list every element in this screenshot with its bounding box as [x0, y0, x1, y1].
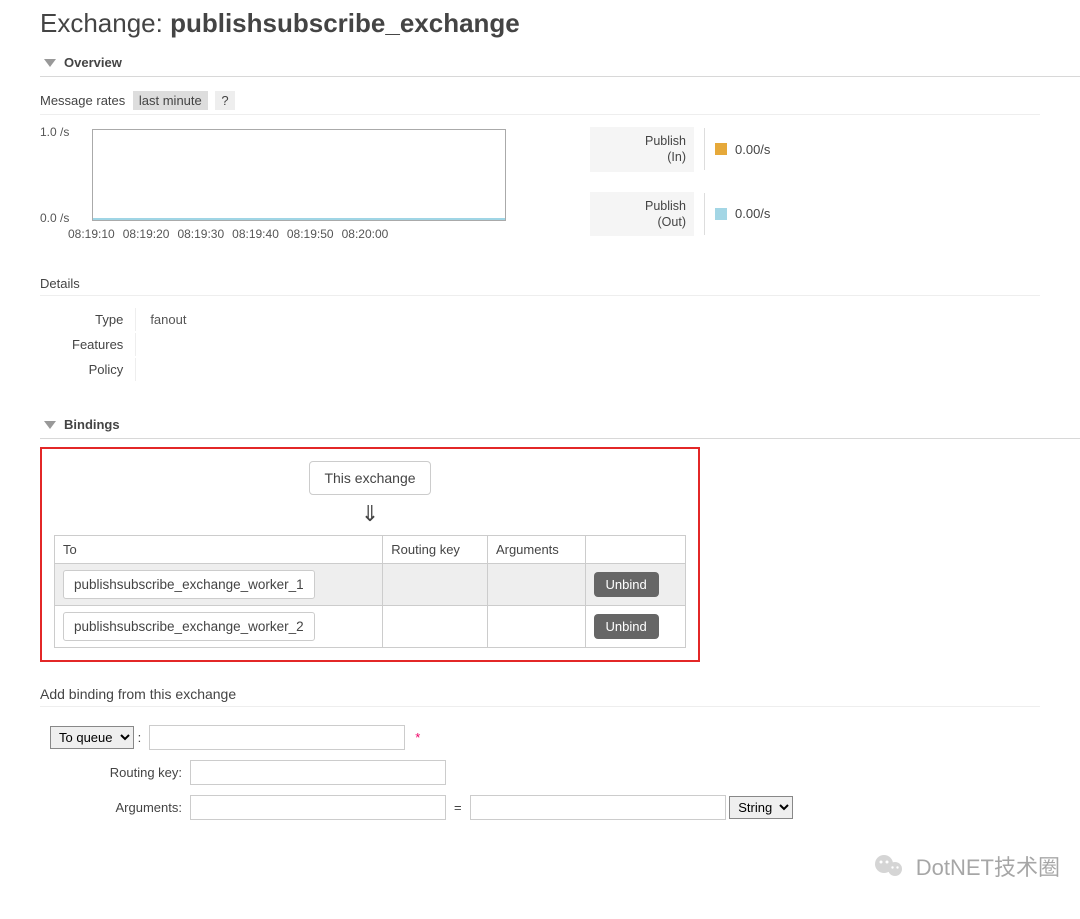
- add-binding-heading: Add binding from this exchange: [40, 686, 1040, 707]
- detail-type-label: Type: [42, 308, 133, 331]
- title-exchange-name: publishsubscribe_exchange: [170, 8, 520, 38]
- down-arrow-icon: ⇓: [54, 501, 686, 527]
- chart-legend: Publish (In) 0.00/s Publish (Out) 0.00/s: [590, 127, 770, 256]
- time-range-tag[interactable]: last minute: [133, 91, 208, 110]
- binding-queue-link[interactable]: publishsubscribe_exchange_worker_1: [63, 570, 315, 599]
- watermark: DotNET技术圈: [872, 850, 1060, 882]
- binding-arguments: [487, 606, 585, 648]
- argument-value-input[interactable]: [470, 795, 726, 820]
- detail-features-value: [135, 333, 200, 356]
- unbind-button[interactable]: Unbind: [594, 614, 659, 639]
- required-marker: *: [415, 730, 420, 745]
- title-prefix: Exchange:: [40, 8, 170, 38]
- details-table: Type fanout Features Policy: [40, 306, 202, 383]
- legend-publish-out: Publish (Out) 0.00/s: [590, 192, 770, 237]
- equals-sign: =: [454, 800, 462, 815]
- binding-arguments: [487, 564, 585, 606]
- bindings-highlight-box: This exchange ⇓ To Routing key Arguments…: [40, 447, 700, 662]
- col-to: To: [55, 536, 383, 564]
- help-icon[interactable]: ?: [215, 91, 234, 110]
- binding-routing-key: [383, 564, 488, 606]
- bindings-heading: Bindings: [64, 417, 120, 432]
- rate-publish-out: 0.00/s: [735, 206, 770, 221]
- details-heading: Details: [40, 276, 1040, 296]
- y-tick-bottom: 0.0 /s: [40, 211, 69, 225]
- chart-series-line: [93, 218, 505, 220]
- swatch-publish-in: [715, 143, 727, 155]
- arguments-label: Arguments:: [40, 800, 190, 815]
- destination-type-select[interactable]: To queue: [50, 726, 134, 749]
- col-action: [585, 536, 685, 564]
- chart-plot-area: [92, 129, 506, 221]
- destination-input[interactable]: [149, 725, 405, 750]
- col-routing-key: Routing key: [383, 536, 488, 564]
- overview-section-toggle[interactable]: Overview: [40, 49, 1080, 77]
- rate-publish-in: 0.00/s: [735, 142, 770, 157]
- table-row: publishsubscribe_exchange_worker_1 Unbin…: [55, 564, 686, 606]
- chevron-down-icon: [44, 421, 56, 429]
- detail-policy-label: Policy: [42, 358, 133, 381]
- chevron-down-icon: [44, 59, 56, 67]
- col-arguments: Arguments: [487, 536, 585, 564]
- page-title: Exchange: publishsubscribe_exchange: [40, 8, 1040, 39]
- argument-type-select[interactable]: String: [729, 796, 793, 819]
- message-rates-label: Message rates: [40, 93, 125, 108]
- routing-key-label: Routing key:: [40, 765, 190, 780]
- wechat-icon: [872, 852, 906, 880]
- detail-features-label: Features: [42, 333, 133, 356]
- swatch-publish-out: [715, 208, 727, 220]
- table-row: publishsubscribe_exchange_worker_2 Unbin…: [55, 606, 686, 648]
- detail-type-value: fanout: [135, 308, 200, 331]
- binding-routing-key: [383, 606, 488, 648]
- routing-key-input[interactable]: [190, 760, 446, 785]
- y-tick-top: 1.0 /s: [40, 125, 69, 139]
- bindings-table: To Routing key Arguments publishsubscrib…: [54, 535, 686, 648]
- unbind-button[interactable]: Unbind: [594, 572, 659, 597]
- binding-queue-link[interactable]: publishsubscribe_exchange_worker_2: [63, 612, 315, 641]
- bindings-section-toggle[interactable]: Bindings: [40, 411, 1080, 439]
- x-ticks: 08:19:10 08:19:20 08:19:30 08:19:40 08:1…: [68, 227, 516, 241]
- this-exchange-box: This exchange: [309, 461, 430, 495]
- legend-publish-in: Publish (In) 0.00/s: [590, 127, 770, 172]
- argument-key-input[interactable]: [190, 795, 446, 820]
- rates-chart: 1.0 /s 0.0 /s 08:19:10 08:19:20 08:19:30…: [40, 127, 510, 247]
- message-rates-line: Message rates last minute ?: [40, 91, 1040, 115]
- detail-policy-value: [135, 358, 200, 381]
- overview-heading: Overview: [64, 55, 122, 70]
